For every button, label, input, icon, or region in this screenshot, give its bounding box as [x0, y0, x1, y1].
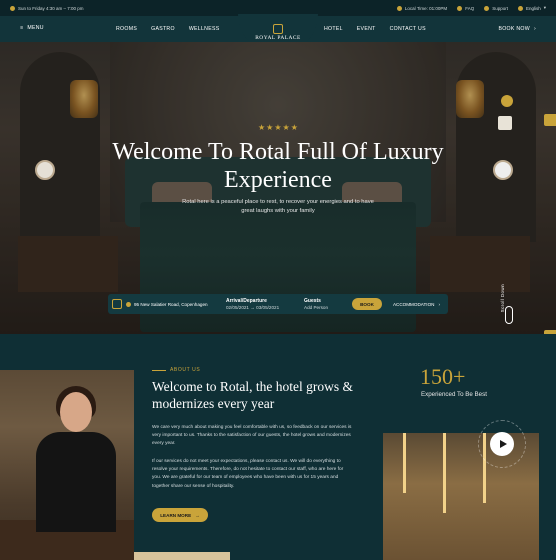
- prev-slide-thumb[interactable]: [35, 160, 55, 180]
- clock-icon: [10, 5, 15, 11]
- nav-link-event[interactable]: EVENT: [357, 26, 376, 32]
- chandelier: [443, 433, 446, 513]
- qr-code-icon[interactable]: [498, 116, 512, 130]
- booking-location[interactable]: 95 New Salatier Road, Copenhagen: [126, 301, 226, 307]
- accommodation-link[interactable]: ACCOMMODATION ›: [382, 302, 448, 307]
- guests-label: Guests: [304, 298, 321, 304]
- local-time-text: Local Time: 01:00PM: [404, 5, 448, 11]
- language-select[interactable]: English ▾: [517, 5, 546, 11]
- scroll-indicator[interactable]: [505, 306, 513, 324]
- location-pin-icon: [126, 301, 131, 307]
- crown-icon: [273, 24, 283, 34]
- chandelier: [403, 433, 406, 493]
- nav-link-contact[interactable]: CONTACT US: [390, 26, 426, 32]
- experience-label: Experienced To Be Best: [421, 391, 487, 398]
- receptionist-face: [60, 392, 92, 432]
- play-button[interactable]: [490, 432, 514, 456]
- section-tag-label: ABOUT US: [170, 367, 201, 373]
- side-tab[interactable]: [544, 114, 556, 126]
- booking-bar: 95 New Salatier Road, Copenhagen Arrival…: [108, 294, 448, 314]
- nav-link-wellness[interactable]: WELLNESS: [189, 26, 220, 32]
- globe-icon: [517, 5, 523, 11]
- hours-info: Sun to Friday 4:30 am – 7:00 pm: [10, 5, 84, 11]
- book-now-button[interactable]: BOOK NOW ›: [498, 26, 536, 32]
- tag-line: [152, 369, 166, 371]
- learn-more-label: LEARN MORE: [160, 512, 192, 518]
- book-button[interactable]: BOOK: [352, 298, 382, 310]
- arrival-value: 02/05/2021 → 03/05/2021: [226, 305, 280, 310]
- menu-label: MENU: [27, 25, 44, 31]
- experience-counter: 150+: [420, 364, 466, 389]
- hours-text: Sun to Friday 4:30 am – 7:00 pm: [18, 5, 84, 11]
- faq-link[interactable]: FAQ: [457, 5, 475, 11]
- arrow-right-icon: ›: [533, 26, 536, 32]
- arrival-label: Arrival/Departure: [226, 298, 267, 304]
- rating-stars: ★★★★★: [258, 123, 299, 132]
- faq-label: FAQ: [465, 5, 475, 11]
- section-tag: ABOUT US: [152, 367, 200, 373]
- accommodation-label: ACCOMMODATION: [392, 301, 435, 307]
- support-label: Support: [492, 5, 508, 11]
- next-slide-thumb[interactable]: [493, 160, 513, 180]
- location-text: 95 New Salatier Road, Copenhagen: [134, 301, 208, 307]
- nav-links-left: ROOMS GASTRO WELLNESS: [116, 26, 219, 32]
- about-paragraph-1: We care very much about making you feel …: [152, 425, 352, 447]
- hero-title: Welcome To Rotal Full Of Luxury Experien…: [112, 139, 444, 193]
- receptionist-photo: [0, 370, 134, 560]
- crown-icon: [112, 299, 122, 309]
- about-paragraph-2: If our services do not meet your expecta…: [152, 459, 344, 489]
- menu-button[interactable]: ≡ MENU: [20, 25, 44, 31]
- chevron-down-icon: ▾: [543, 5, 546, 10]
- hamburger-icon: ≡: [20, 25, 24, 31]
- about-section: ABOUT US Welcome to Rotal, the hotel gro…: [0, 334, 556, 560]
- arrow-right-icon: →: [195, 512, 200, 518]
- location-pin-icon[interactable]: [501, 95, 513, 107]
- nav-link-gastro[interactable]: GASTRO: [151, 26, 175, 32]
- local-time: Local Time: 01:00PM: [396, 5, 448, 11]
- guests-value: Add Person: [304, 305, 329, 310]
- support-icon: [484, 5, 490, 11]
- book-now-label: BOOK NOW: [498, 26, 530, 32]
- about-title: Welcome to Rotal, the hotel grows & mode…: [152, 379, 353, 411]
- page: Sun to Friday 4:30 am – 7:00 pm Local Ti…: [0, 0, 556, 560]
- arrow-right-icon: ›: [438, 301, 440, 307]
- image-strip: [134, 552, 230, 560]
- learn-more-button[interactable]: LEARN MORE →: [152, 508, 208, 522]
- play-icon: [499, 440, 507, 448]
- support-link[interactable]: Support: [484, 5, 508, 11]
- receptionist-suit: [36, 432, 116, 532]
- logo-text: ROYAL PALACE: [255, 35, 301, 41]
- question-icon: [457, 5, 463, 11]
- guests-field[interactable]: Guests Add Person: [304, 298, 348, 310]
- main-nav: ≡ MENU ROOMS GASTRO WELLNESS ROYAL PALAC…: [0, 14, 556, 54]
- nav-link-rooms[interactable]: ROOMS: [116, 26, 137, 32]
- arrival-field[interactable]: Arrival/Departure 02/05/2021 → 03/05/202…: [226, 298, 304, 310]
- booking-logo: [108, 294, 126, 314]
- clock-icon: [396, 5, 402, 11]
- nav-link-hotel[interactable]: HOTEL: [324, 26, 343, 32]
- hero-lead: Rotal here is a peaceful place to rest, …: [182, 199, 374, 214]
- language-label: English: [525, 5, 541, 11]
- nav-links-right: HOTEL EVENT CONTACT US: [324, 26, 426, 32]
- hero: ★★★★★ Welcome To Rotal Full Of Luxury Ex…: [0, 42, 556, 334]
